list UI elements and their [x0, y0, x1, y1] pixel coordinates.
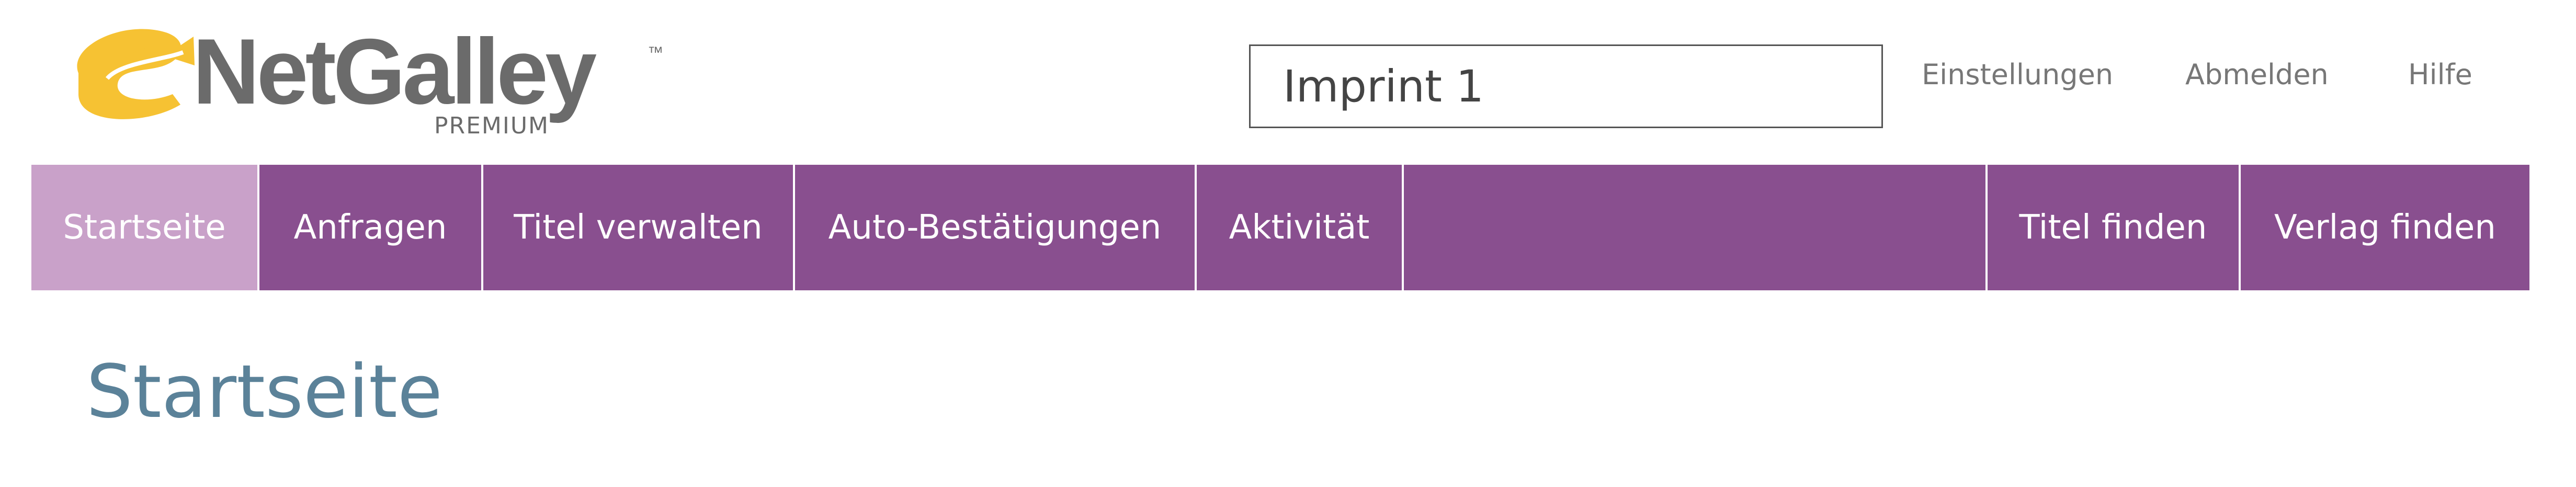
nav-item-aktivitaet[interactable]: Aktivität	[1197, 165, 1402, 290]
site-header: NetGalley ™ PREMIUM Imprint 1 Einstellun…	[0, 0, 2576, 165]
nav-item-label: Aktivität	[1229, 208, 1370, 247]
logout-link[interactable]: Abmelden	[2185, 58, 2329, 91]
nav-item-titel-finden[interactable]: Titel finden	[1988, 165, 2239, 290]
page-title: Startseite	[86, 349, 442, 435]
nav-item-anfragen[interactable]: Anfragen	[259, 165, 481, 290]
main-navigation: Startseite Anfragen Titel verwalten Auto…	[31, 165, 2529, 290]
nav-item-label: Anfragen	[293, 208, 447, 247]
nav-item-label: Auto-Bestätigungen	[828, 208, 1162, 247]
nav-item-verlag-finden[interactable]: Verlag finden	[2241, 165, 2529, 290]
nav-divider	[1402, 165, 1404, 290]
settings-link[interactable]: Einstellungen	[1922, 58, 2113, 91]
logo-trademark: ™	[648, 44, 663, 61]
nav-item-startseite[interactable]: Startseite	[31, 165, 257, 290]
imprint-selector[interactable]: Imprint 1	[1249, 44, 1883, 128]
nav-item-titel-verwalten[interactable]: Titel verwalten	[483, 165, 793, 290]
nav-item-label: Startseite	[63, 208, 226, 247]
nav-item-label: Titel finden	[2019, 208, 2207, 247]
logo-wordmark: NetGalley	[192, 19, 597, 123]
netgalley-logo[interactable]: NetGalley ™ PREMIUM	[58, 16, 675, 136]
nav-item-label: Titel verwalten	[514, 208, 763, 247]
imprint-selector-value: Imprint 1	[1283, 61, 1484, 112]
logo-premium: PREMIUM	[434, 112, 549, 136]
nav-item-label: Verlag finden	[2274, 208, 2496, 247]
nav-item-auto-bestaetigungen[interactable]: Auto-Bestätigungen	[795, 165, 1195, 290]
netgalley-logo-mark: NetGalley ™ PREMIUM	[77, 19, 663, 136]
swirl-logo-icon	[77, 29, 195, 119]
help-link[interactable]: Hilfe	[2408, 58, 2472, 91]
